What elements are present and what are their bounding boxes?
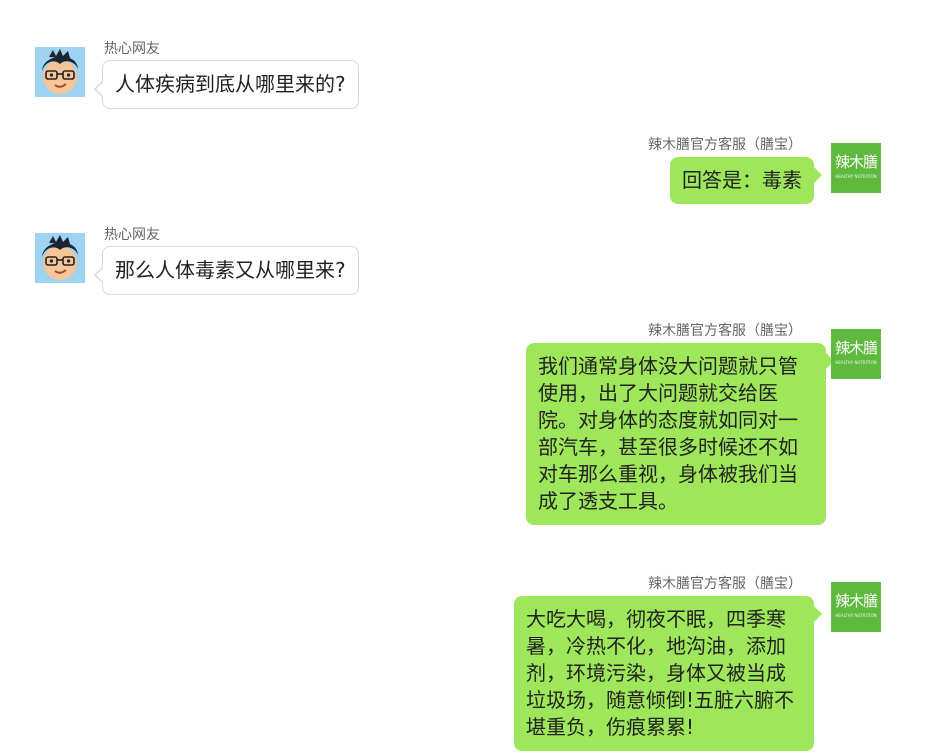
sender-name: 辣木膳官方客服（膳宝） <box>648 576 802 592</box>
brand-avatar[interactable]: 辣木膳 HEALTHY NUTRITION <box>831 143 881 193</box>
brand-avatar[interactable]: 辣木膳 HEALTHY NUTRITION <box>831 582 881 632</box>
sender-name: 热心网友 <box>104 41 160 57</box>
user-avatar[interactable] <box>35 47 85 97</box>
incoming-message-bubble[interactable]: 人体疾病到底从哪里来的? <box>94 60 359 109</box>
cartoon-boy-icon <box>35 233 85 283</box>
incoming-message-bubble[interactable]: 那么人体毒素又从哪里来? <box>94 246 359 295</box>
sender-name: 辣木膳官方客服（膳宝） <box>648 137 802 153</box>
brand-logo-text: 辣木膳 <box>834 592 878 610</box>
sender-name: 辣木膳官方客服（膳宝） <box>648 323 802 339</box>
sender-name: 热心网友 <box>104 227 160 243</box>
brand-avatar[interactable]: 辣木膳 HEALTHY NUTRITION <box>831 329 881 379</box>
cartoon-boy-icon <box>35 47 85 97</box>
outgoing-message-bubble[interactable]: 我们通常身体没大问题就只管使用，出了大问题就交给医院。对身体的态度就如同对一部汽… <box>526 343 834 525</box>
brand-logo-subtext: HEALTHY NUTRITION <box>835 613 877 618</box>
brand-logo-subtext: HEALTHY NUTRITION <box>835 174 877 179</box>
brand-logo-text: 辣木膳 <box>834 153 878 171</box>
brand-logo-text: 辣木膳 <box>834 339 878 357</box>
brand-logo-subtext: HEALTHY NUTRITION <box>835 360 877 365</box>
outgoing-message-bubble[interactable]: 回答是：毒素 <box>670 157 822 204</box>
user-avatar[interactable] <box>35 233 85 283</box>
outgoing-message-bubble[interactable]: 大吃大喝，彻夜不眠，四季寒暑，冷热不化，地沟油，添加剂，环境污染，身体又被当成垃… <box>514 596 822 751</box>
